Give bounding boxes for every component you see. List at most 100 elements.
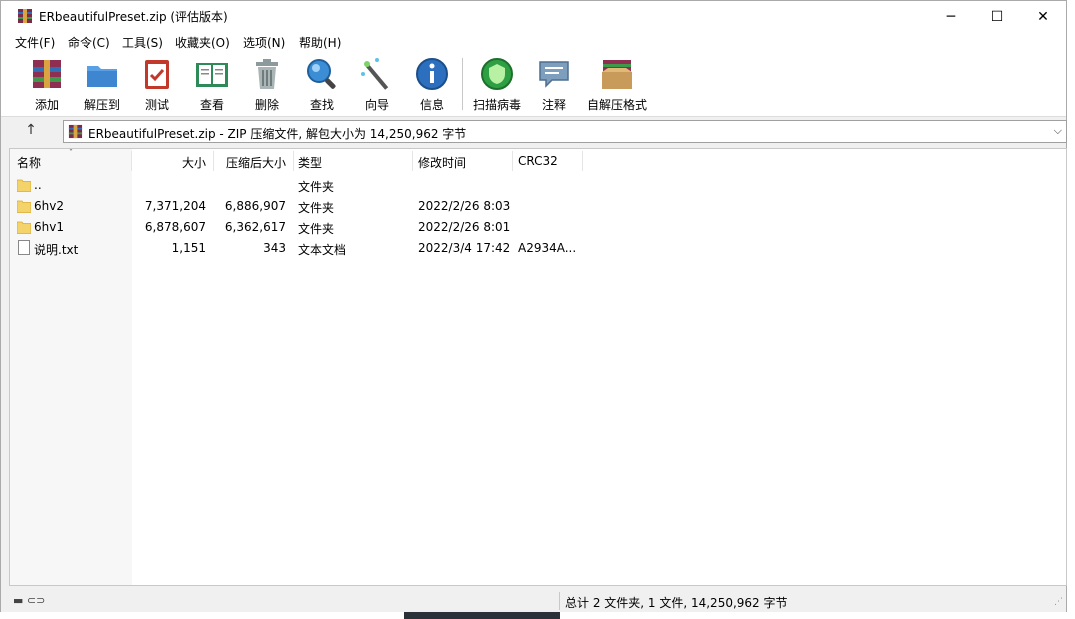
row-modified: 2022/2/26 8:03 [418,199,511,213]
chevron-down-icon[interactable]: ⌵ [1054,124,1062,138]
table-row[interactable]: .. 文件夹 [10,175,1066,196]
path-text: ERbeautifulPreset.zip - ZIP 压缩文件, 解包大小为 … [88,127,467,141]
column-header-name[interactable]: 名称 [17,154,41,171]
virus-scan-icon [479,56,515,92]
text-file-icon [18,240,30,255]
delete-button[interactable]: 删除 [239,56,295,112]
menu-commands[interactable]: 命令(C) [68,34,110,51]
minimize-button[interactable]: ─ [928,1,974,32]
drive-status-icon[interactable]: ▬ ⊂⊃ [13,594,45,607]
row-name: 6hv1 [34,220,64,234]
add-archive-icon [29,56,65,92]
delete-label: 删除 [254,98,279,112]
row-type: 文件夹 [298,201,335,215]
status-summary: 总计 2 文件夹, 1 文件, 14,250,962 字节 [565,596,788,610]
maximize-button[interactable]: ☐ [974,1,1020,32]
view-button[interactable]: 查看 [184,56,240,112]
menu-options[interactable]: 选项(N) [243,34,285,51]
status-separator [559,592,560,610]
window-title: ERbeautifulPreset.zip (评估版本) [39,10,228,24]
add-button[interactable]: 添加 [19,56,75,112]
column-divider [293,151,294,171]
view-label: 查看 [199,98,224,112]
scan-virus-button[interactable]: 扫描病毒 [469,56,525,112]
info-icon [414,56,450,92]
column-header-crc32[interactable]: CRC32 [518,154,558,168]
wizard-wand-icon [359,56,395,92]
column-divider [512,151,513,171]
row-packed: 6,886,907 [224,199,286,213]
menu-help[interactable]: 帮助(H) [299,34,341,51]
row-size: 7,371,204 [144,199,206,213]
row-type: 文件夹 [298,222,335,236]
scan-virus-label: 扫描病毒 [472,98,521,112]
extract-to-label: 解压到 [83,98,120,112]
row-size: 1,151 [171,241,206,255]
info-label: 信息 [419,98,444,112]
magnifier-icon [304,56,340,92]
row-size: 6,878,607 [144,220,206,234]
table-row[interactable]: 6hv2 7,371,204 6,886,907 文件夹 2022/2/26 8… [10,196,1066,217]
add-label: 添加 [34,98,59,112]
column-header-modified[interactable]: 修改时间 [418,154,466,171]
path-combobox[interactable]: ERbeautifulPreset.zip - ZIP 压缩文件, 解包大小为 … [63,120,1067,143]
row-name: .. [34,178,42,192]
menu-favorites[interactable]: 收藏夹(O) [175,34,230,51]
row-crc32: A2934A... [518,241,577,255]
status-bar: ▬ ⊂⊃ 总计 2 文件夹, 1 文件, 14,250,962 字节 ⋰ [1,589,1066,612]
folder-icon [17,200,31,213]
column-header-row: 名称 ˇ 大小 压缩后大小 类型 修改时间 CRC32 [10,149,1066,173]
wizard-label: 向导 [364,98,389,112]
row-packed: 343 [263,241,286,255]
toolbar: 添加 解压到 测试 查看 删除 查找 向导 信息 扫描病毒 注释 自解压格式 [1,52,1066,117]
sort-descending-icon: ˇ [68,148,74,161]
resize-grip-icon[interactable]: ⋰ [1054,597,1063,607]
sfx-box-icon [599,56,635,92]
wizard-button[interactable]: 向导 [349,56,405,112]
sfx-label: 自解压格式 [586,98,647,112]
view-book-icon [194,56,230,92]
comment-icon [536,56,572,92]
row-name: 说明.txt [34,243,79,257]
winrar-window: ERbeautifulPreset.zip (评估版本) ─ ☐ ✕ 文件(F)… [0,0,1067,612]
find-label: 查找 [309,98,334,112]
row-modified: 2022/3/4 17:42 [418,241,511,255]
sfx-button[interactable]: 自解压格式 [584,56,650,112]
menu-tools[interactable]: 工具(S) [122,34,163,51]
table-row[interactable]: 6hv1 6,878,607 6,362,617 文件夹 2022/2/26 8… [10,217,1066,238]
test-label: 测试 [144,98,169,112]
file-list[interactable]: 名称 ˇ 大小 压缩后大小 类型 修改时间 CRC32 .. 文件夹 6hv2 … [9,148,1067,586]
comment-button[interactable]: 注释 [526,56,582,112]
desktop-background [404,612,560,619]
up-one-level-button[interactable]: ↑ [21,122,41,142]
trash-icon [249,56,285,92]
test-clipboard-icon [139,56,175,92]
extract-to-button[interactable]: 解压到 [74,56,130,112]
row-type: 文件夹 [298,180,335,194]
folder-icon [17,179,31,192]
row-modified: 2022/2/26 8:01 [418,220,511,234]
toolbar-separator [462,58,463,110]
extract-folder-icon [84,56,120,92]
comment-label: 注释 [541,98,566,112]
column-header-size[interactable]: 大小 [132,154,206,171]
column-header-type[interactable]: 类型 [298,154,322,171]
column-header-packed[interactable]: 压缩后大小 [214,154,286,171]
table-row[interactable]: 说明.txt 1,151 343 文本文档 2022/3/4 17:42 A29… [10,238,1066,259]
menu-bar: 文件(F) 命令(C) 工具(S) 收藏夹(O) 选项(N) 帮助(H) [1,32,1066,52]
close-button[interactable]: ✕ [1020,1,1066,32]
menu-file[interactable]: 文件(F) [15,34,55,51]
find-button[interactable]: 查找 [294,56,350,112]
address-bar: ↑ ERbeautifulPreset.zip - ZIP 压缩文件, 解包大小… [1,117,1067,147]
winrar-app-icon[interactable] [17,8,33,24]
column-divider [582,151,583,171]
folder-icon [17,221,31,234]
info-button[interactable]: 信息 [404,56,460,112]
row-type: 文本文档 [298,243,347,257]
zip-archive-icon [68,124,83,139]
row-packed: 6,362,617 [224,220,286,234]
test-button[interactable]: 测试 [129,56,185,112]
row-name: 6hv2 [34,199,64,213]
title-bar: ERbeautifulPreset.zip (评估版本) ─ ☐ ✕ [1,1,1066,32]
column-divider [412,151,413,171]
